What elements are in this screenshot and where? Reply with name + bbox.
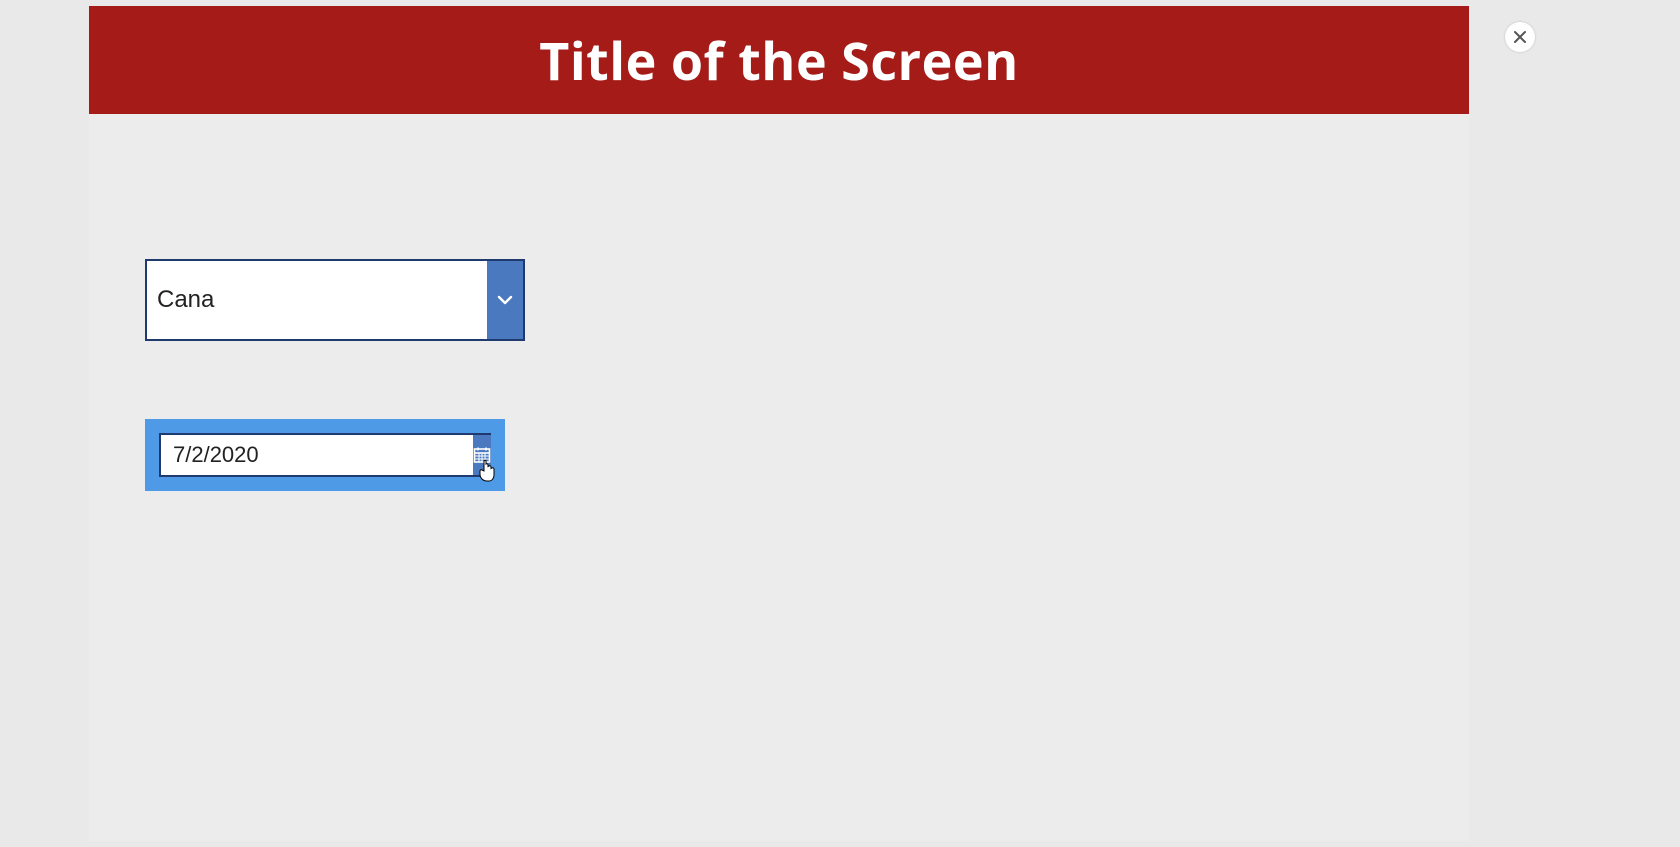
country-input[interactable]: [147, 261, 487, 339]
country-dropdown-button[interactable]: [487, 261, 523, 339]
content-area: [89, 114, 1469, 491]
datepicker[interactable]: [159, 433, 491, 477]
page-title: Title of the Screen: [539, 25, 1019, 96]
date-input[interactable]: [161, 435, 473, 475]
datepicker-focus-ring: [145, 419, 505, 491]
close-icon: [1513, 30, 1527, 44]
close-button[interactable]: [1505, 22, 1535, 52]
calendar-icon: [473, 446, 491, 464]
datepicker-calendar-button[interactable]: [473, 435, 491, 475]
header-bar: Title of the Screen: [89, 6, 1469, 114]
chevron-down-icon: [495, 290, 515, 310]
country-combobox[interactable]: [145, 259, 525, 341]
app-frame: Title of the Screen: [89, 6, 1469, 841]
